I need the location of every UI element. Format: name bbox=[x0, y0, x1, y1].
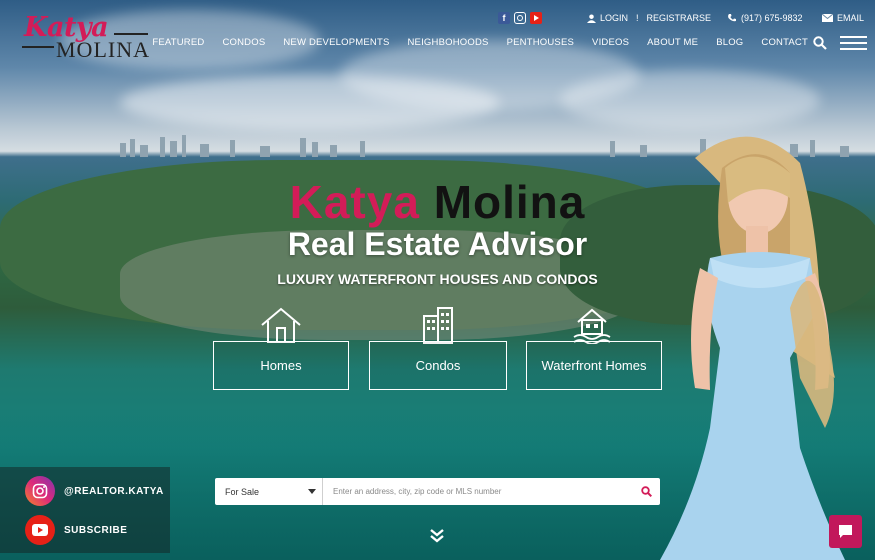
email-label: EMAIL bbox=[837, 13, 865, 23]
nav-item-videos[interactable]: VIDEOS bbox=[583, 37, 638, 48]
social-panel: @REALTOR.KATYA SUBSCRIBE bbox=[0, 467, 170, 553]
register-link[interactable]: REGISTRARSE bbox=[647, 13, 712, 23]
listing-type-select[interactable]: For Sale bbox=[215, 478, 323, 505]
phone-icon bbox=[728, 14, 736, 22]
nav-item-blog[interactable]: BLOG bbox=[707, 37, 752, 48]
logo-rule bbox=[22, 46, 54, 48]
nav-item-condos[interactable]: CONDOS bbox=[213, 37, 274, 48]
building-icon bbox=[423, 307, 453, 344]
homes-button[interactable]: Homes bbox=[213, 341, 349, 390]
nav-item-contact[interactable]: CONTACT bbox=[752, 37, 817, 48]
search-input[interactable] bbox=[323, 487, 632, 496]
user-icon bbox=[587, 13, 596, 23]
hero-last-name: Molina bbox=[433, 176, 586, 228]
waterfront-homes-button[interactable]: Waterfront Homes bbox=[526, 341, 662, 390]
condos-button-label: Condos bbox=[415, 358, 461, 373]
instagram-icon bbox=[25, 476, 55, 506]
search-icon bbox=[640, 486, 652, 497]
phone-link[interactable]: (917) 675-9832 bbox=[727, 10, 803, 26]
caret-down-icon bbox=[308, 489, 316, 494]
header-social-links: f bbox=[498, 10, 542, 26]
facebook-icon[interactable]: f bbox=[498, 12, 510, 24]
hero-title: Real Estate Advisor bbox=[287, 226, 588, 262]
nav-item-neighborhoods[interactable]: NEIGHBOHOODS bbox=[399, 37, 498, 48]
listing-type-value: For Sale bbox=[225, 486, 260, 497]
youtube-subscribe-link[interactable]: SUBSCRIBE bbox=[25, 515, 127, 545]
instagram-link[interactable]: @REALTOR.KATYA bbox=[25, 476, 164, 506]
property-search-bar: For Sale bbox=[215, 478, 660, 505]
email-link[interactable]: EMAIL bbox=[822, 10, 864, 26]
hero-first-name: Katya bbox=[289, 176, 420, 228]
youtube-icon bbox=[25, 515, 55, 545]
logo-name-text: MOLINA bbox=[56, 37, 150, 62]
waterfront-house-icon bbox=[573, 308, 611, 344]
main-nav: FEATURED CONDOS NEW DEVELOPMENTS NEIGHBO… bbox=[143, 37, 817, 48]
youtube-icon[interactable] bbox=[530, 12, 542, 24]
site-logo[interactable]: Katya MOLINA bbox=[22, 12, 152, 62]
instagram-icon[interactable] bbox=[514, 12, 526, 24]
scroll-down-icon[interactable] bbox=[429, 528, 445, 544]
subscribe-label: SUBSCRIBE bbox=[64, 524, 128, 536]
chat-button[interactable] bbox=[829, 515, 862, 548]
hero-name: Katya Molina bbox=[0, 175, 875, 229]
nav-item-penthouses[interactable]: PENTHOUSES bbox=[498, 37, 583, 48]
chat-bubble-icon bbox=[839, 525, 852, 538]
login-link[interactable]: LOGIN bbox=[600, 13, 628, 23]
nav-item-about-me[interactable]: ABOUT ME bbox=[638, 37, 707, 48]
login-separator: ! bbox=[636, 13, 639, 23]
nav-item-new-developments[interactable]: NEW DEVELOPMENTS bbox=[274, 37, 398, 48]
account-links: LOGIN ! REGISTRARSE bbox=[587, 10, 711, 26]
homes-button-label: Homes bbox=[260, 358, 302, 373]
hamburger-menu-icon[interactable] bbox=[840, 36, 867, 50]
logo-rule bbox=[114, 33, 148, 35]
envelope-icon bbox=[822, 14, 833, 22]
phone-number: (917) 675-9832 bbox=[741, 13, 803, 23]
waterfront-homes-button-label: Waterfront Homes bbox=[541, 358, 647, 373]
search-button[interactable] bbox=[632, 478, 660, 505]
instagram-handle: @REALTOR.KATYA bbox=[64, 485, 164, 497]
house-icon bbox=[261, 307, 301, 343]
search-icon[interactable] bbox=[813, 36, 827, 50]
hero-subtitle: LUXURY WATERFRONT HOUSES AND CONDOS bbox=[277, 271, 598, 287]
nav-item-featured[interactable]: FEATURED bbox=[143, 37, 213, 48]
condos-button[interactable]: Condos bbox=[369, 341, 507, 390]
